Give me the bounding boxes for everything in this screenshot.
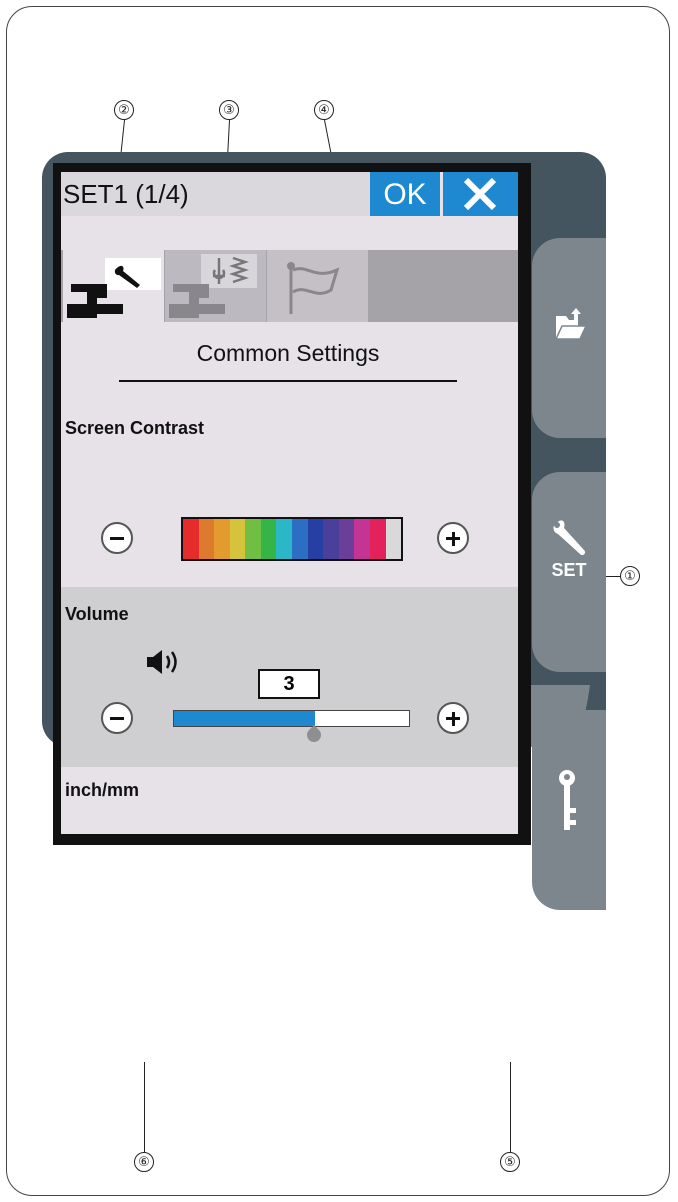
callout-1: ①: [620, 566, 640, 586]
callout-6: ⑥: [134, 1152, 154, 1172]
screen-contrast-label: Screen Contrast: [65, 418, 205, 438]
volume-value: 3: [258, 669, 320, 699]
contrast-swatch: [214, 519, 230, 559]
set-label: SET: [551, 560, 587, 580]
contrast-swatch: [323, 519, 339, 559]
tab-common-settings[interactable]: [63, 250, 164, 322]
contrast-swatch: [260, 519, 277, 559]
side-button-folder[interactable]: [532, 238, 606, 438]
wrench-machine-icon: [67, 258, 161, 318]
contrast-swatch: [385, 519, 402, 559]
contrast-swatch: [338, 519, 355, 559]
contrast-swatch: [245, 519, 261, 559]
close-icon: [463, 178, 497, 210]
contrast-swatch: [369, 519, 386, 559]
volume-minus-button[interactable]: [101, 702, 133, 734]
page-title: SET1 (1/4): [61, 172, 371, 216]
folder-upload-icon: [554, 308, 588, 340]
contrast-swatch: [276, 519, 293, 559]
contrast-swatch: [307, 519, 324, 559]
side-button-set[interactable]: SET: [532, 472, 606, 672]
callout-3: ③: [219, 100, 239, 120]
volume-label: Volume: [65, 604, 129, 624]
contrast-minus-button[interactable]: [101, 522, 133, 554]
tab-sewing-settings[interactable]: [165, 250, 266, 322]
stitch-machine-icon: [169, 254, 257, 318]
wrench-icon: [553, 520, 586, 556]
flag-icon: [287, 262, 340, 314]
section-title: Common Settings: [196, 340, 380, 366]
callout-5: ⑤: [500, 1152, 520, 1172]
ok-button[interactable]: OK: [370, 172, 440, 216]
key-icon: [559, 770, 576, 830]
volume-slider-fill: [174, 711, 315, 726]
tab-bar: [61, 250, 518, 322]
leader-5: [510, 1062, 511, 1152]
contrast-swatch: [229, 519, 246, 559]
contrast-swatch: [354, 519, 370, 559]
contrast-plus-button[interactable]: [437, 522, 469, 554]
title-underline: [119, 380, 457, 382]
contrast-swatch: [198, 519, 215, 559]
contrast-swatch: [183, 519, 199, 559]
speaker-icon: [147, 650, 177, 674]
contrast-color-bar: [181, 517, 403, 561]
units-label: inch/mm: [65, 780, 140, 800]
callout-4: ④: [314, 100, 334, 120]
leader-6: [144, 1062, 145, 1152]
contrast-swatch: [292, 519, 308, 559]
lcd-screen: SET1 (1/4) OK Common Settings Screen Con…: [61, 172, 518, 834]
volume-slider[interactable]: [173, 710, 410, 727]
close-button[interactable]: [443, 172, 518, 216]
callout-2: ②: [114, 100, 134, 120]
volume-plus-button[interactable]: [437, 702, 469, 734]
tab-language[interactable]: [267, 250, 368, 322]
